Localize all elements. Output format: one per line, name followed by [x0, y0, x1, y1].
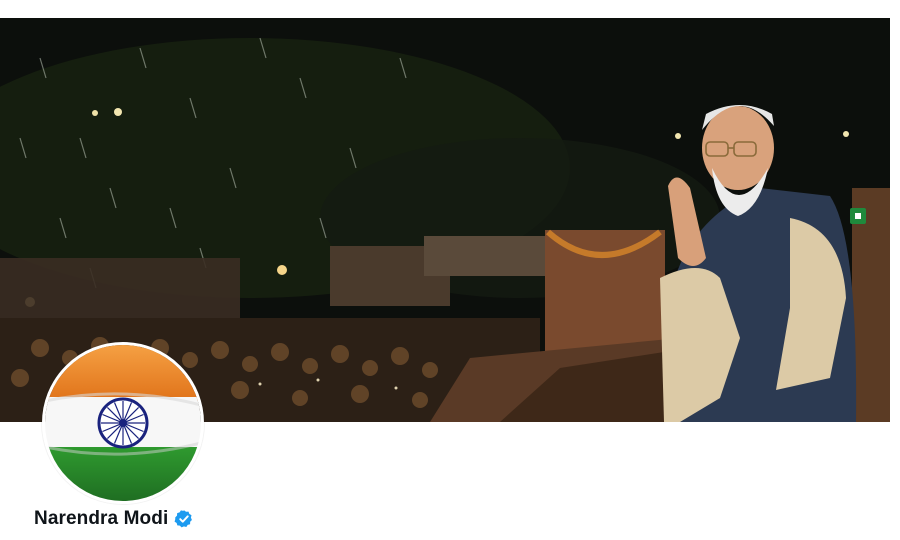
profile-display-name: Narendra Modi — [34, 508, 169, 529]
profile-avatar[interactable] — [42, 342, 204, 504]
verified-badge-icon[interactable] — [174, 509, 194, 529]
indian-flag-icon — [45, 345, 201, 501]
profile-name-row: Narendra Modi — [34, 508, 194, 530]
